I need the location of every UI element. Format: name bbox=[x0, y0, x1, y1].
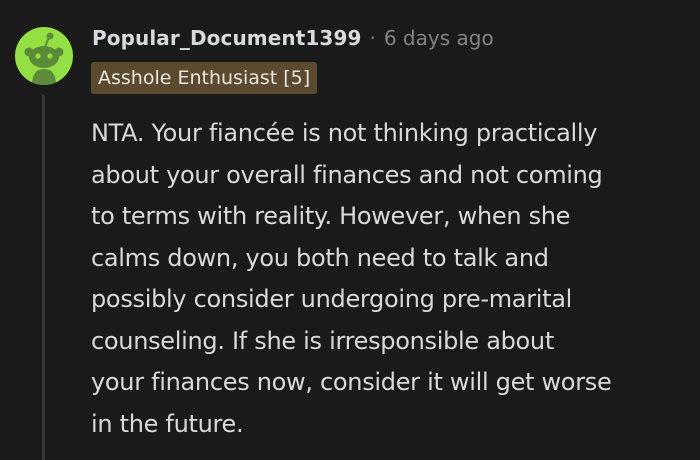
comment-body-line: NTA. Your fiancée is not thinking practi… bbox=[91, 119, 598, 147]
comment-meta: Popular_Document1399 · 6 days ago bbox=[92, 22, 494, 54]
user-flair-badge: Asshole Enthusiast [5] bbox=[91, 62, 318, 94]
comment-body-line: to terms with reality. However, when she bbox=[91, 202, 571, 230]
comment: Popular_Document1399 · 6 days ago Asshol… bbox=[0, 0, 700, 460]
username-link[interactable]: Popular_Document1399 bbox=[92, 26, 361, 50]
comment-body-line: about your overall finances and not comi… bbox=[91, 160, 603, 189]
comment-body: NTA. Your fiancée is not thinking practi… bbox=[91, 113, 691, 445]
comment-body-line: in the future. bbox=[91, 409, 244, 438]
snoo-avatar-icon bbox=[24, 32, 64, 85]
comment-body-line: your finances now, consider it will get … bbox=[91, 368, 612, 396]
comment-body-line: counseling. If she is irresponsible abou… bbox=[91, 326, 554, 355]
user-avatar[interactable] bbox=[15, 27, 73, 85]
comment-body-line: possibly consider undergoing pre-marital bbox=[91, 285, 573, 313]
thread-collapse-line[interactable] bbox=[42, 95, 45, 460]
comment-body-line: calms down, you both need to talk and bbox=[91, 243, 549, 272]
meta-separator: · bbox=[369, 26, 376, 50]
comment-timestamp[interactable]: 6 days ago bbox=[384, 26, 494, 50]
